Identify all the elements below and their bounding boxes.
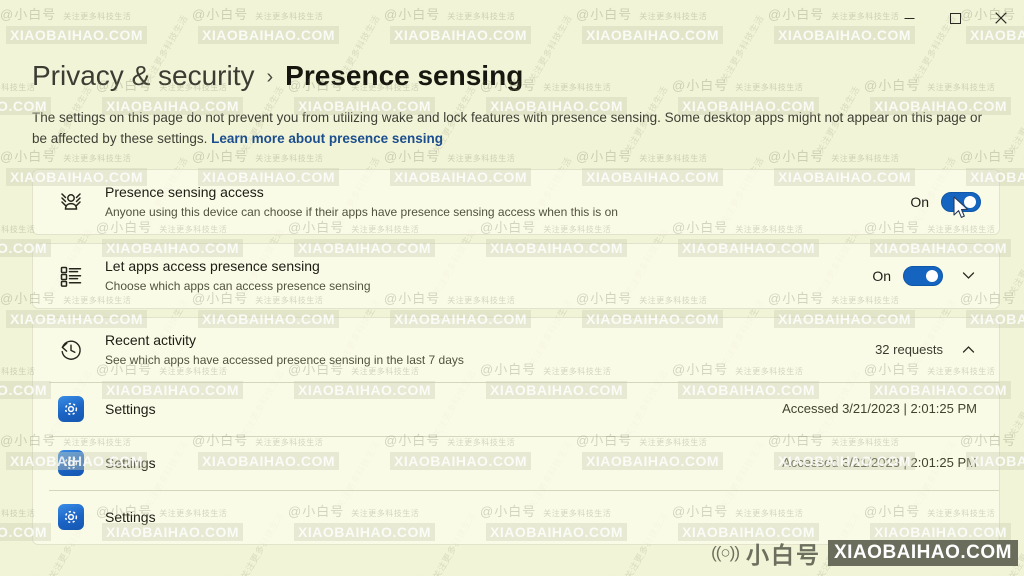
presence-sensing-icon: [51, 189, 91, 215]
control-recent-activity: 32 requests: [875, 337, 981, 363]
minimize-icon: [904, 13, 915, 24]
card-presence-sensing-access: Presence sensing access Anyone using thi…: [32, 168, 1000, 235]
text-recent-activity: Recent activity See which apps have acce…: [91, 331, 875, 368]
close-icon: [995, 12, 1007, 24]
breadcrumb-separator-icon: ›: [266, 66, 274, 88]
toggle-knob: [926, 269, 938, 282]
maximize-button[interactable]: [932, 0, 978, 36]
request-count-label: 32 requests: [875, 342, 943, 358]
card-title: Presence sensing access: [105, 184, 264, 201]
learn-more-link[interactable]: Learn more about presence sensing: [211, 131, 443, 146]
history-clock-icon: [51, 338, 91, 362]
breadcrumb: Privacy & security › Presence sensing: [0, 36, 1024, 92]
page-description: The settings on this page do not prevent…: [32, 108, 998, 150]
text-let-apps-access: Let apps access presence sensing Choose …: [91, 257, 872, 294]
minimize-button[interactable]: [886, 0, 932, 36]
card-title: Recent activity: [105, 332, 197, 349]
app-name: Settings: [105, 454, 156, 471]
toggle-state-label: On: [910, 193, 929, 210]
settings-app-icon: [51, 449, 91, 476]
row-recent-activity[interactable]: Recent activity See which apps have acce…: [33, 318, 999, 382]
title-bar: [0, 0, 1024, 36]
toggle-state-label: On: [872, 267, 891, 284]
broadcast-icon: ((○)): [711, 543, 740, 562]
control-let-apps-access: On: [872, 263, 981, 289]
card-subtitle: Anyone using this device can choose if t…: [105, 205, 618, 220]
presence-sensing-access-toggle[interactable]: [941, 191, 981, 212]
settings-app-icon: [51, 395, 91, 422]
brand-name-cn: 小白号: [746, 542, 821, 568]
table-row[interactable]: Settings Accessed 3/21/2023 | 2:01:25 PM: [33, 435, 999, 490]
settings-app-icon: [51, 503, 91, 530]
text-presence-sensing-access: Presence sensing access Anyone using thi…: [91, 183, 910, 220]
control-presence-sensing-access: On: [910, 191, 981, 212]
close-button[interactable]: [978, 0, 1024, 36]
brand-url: XIAOBAIHAO.COM: [828, 540, 1018, 566]
settings-page: Privacy & security › Presence sensing Th…: [0, 36, 1024, 576]
card-title: Let apps access presence sensing: [105, 258, 320, 275]
maximize-icon: [949, 12, 961, 24]
card-recent-activity: Recent activity See which apps have acce…: [32, 316, 1000, 545]
app-name: Settings: [105, 400, 156, 417]
page-title: Presence sensing: [285, 60, 524, 91]
settings-card-list: Presence sensing access Anyone using thi…: [32, 168, 1000, 545]
row-let-apps-access[interactable]: Let apps access presence sensing Choose …: [33, 244, 999, 308]
page-description-text: The settings on this page do not prevent…: [32, 110, 983, 146]
toggle-knob: [964, 195, 976, 208]
let-apps-access-toggle[interactable]: [903, 265, 943, 286]
card-let-apps-access: Let apps access presence sensing Choose …: [32, 242, 1000, 309]
brand-watermark: ((○)) 小白号 XIAOBAIHAO.COM: [711, 536, 1018, 570]
card-subtitle: See which apps have accessed presence se…: [105, 353, 464, 368]
chevron-down-icon[interactable]: [955, 263, 981, 289]
row-presence-sensing-access[interactable]: Presence sensing access Anyone using thi…: [33, 170, 999, 234]
app-access-time: Accessed 3/21/2023 | 2:01:25 PM: [782, 401, 977, 417]
app-list-icon: [51, 264, 91, 288]
app-name: Settings: [105, 508, 156, 525]
table-row[interactable]: Settings Accessed 3/21/2023 | 2:01:25 PM: [33, 381, 999, 436]
app-access-time: Accessed 3/21/2023 | 2:01:25 PM: [782, 455, 977, 471]
card-subtitle: Choose which apps can access presence se…: [105, 279, 371, 294]
chevron-up-icon[interactable]: [955, 337, 981, 363]
breadcrumb-parent-link[interactable]: Privacy & security: [32, 60, 255, 92]
